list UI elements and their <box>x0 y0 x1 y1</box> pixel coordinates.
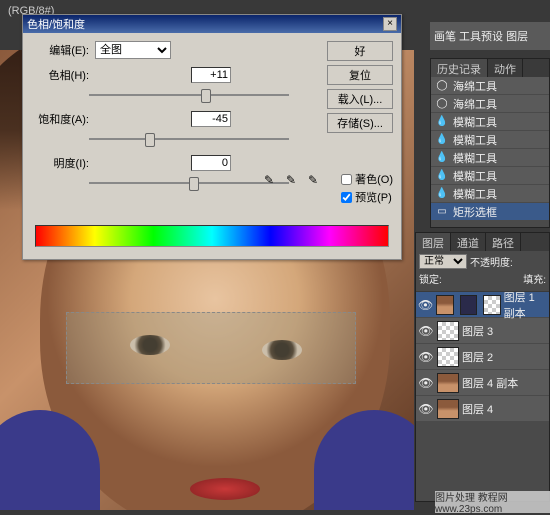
eyedropper-add-icon[interactable]: ✎ <box>283 173 299 189</box>
tab-actions[interactable]: 动作 <box>488 59 523 77</box>
preview-label: 预览(P) <box>355 189 392 205</box>
tab-history[interactable]: 历史记录 <box>431 59 488 77</box>
load-button[interactable]: 载入(L)... <box>327 89 393 109</box>
lightness-slider[interactable] <box>89 177 289 189</box>
layer-thumbnail <box>437 321 459 341</box>
history-item[interactable]: ◯ 海绵工具 <box>431 77 549 95</box>
history-item[interactable]: 💧 模糊工具 <box>431 185 549 203</box>
layer-item[interactable]: 👁 图层 1 副本 <box>416 292 549 318</box>
history-tool-icon: 💧 <box>435 151 449 165</box>
layer-thumbnail <box>437 399 459 419</box>
history-item-label: 模糊工具 <box>453 132 497 148</box>
visibility-icon[interactable]: 👁 <box>418 298 433 312</box>
layer-thumbnail <box>437 347 459 367</box>
ok-button[interactable]: 好 <box>327 41 393 61</box>
layers-panel: 图层 通道 路径 正常 不透明度: 锁定: 填充: 👁图层 1 副本👁图层 3👁… <box>415 232 550 502</box>
close-icon[interactable]: × <box>383 17 397 31</box>
history-item-label: 模糊工具 <box>453 168 497 184</box>
hue-saturation-dialog: 色相/饱和度 × 编辑(E): 全图 色相(H): 饱和度(A): 明度(I):… <box>22 14 402 260</box>
edit-label: 编辑(E): <box>31 42 89 58</box>
hue-label: 色相(H): <box>31 67 89 83</box>
history-item-label: 海绵工具 <box>453 96 497 112</box>
layer-name: 图层 1 副本 <box>504 289 547 321</box>
eyedropper-subtract-icon[interactable]: ✎ <box>305 173 321 189</box>
hue-input[interactable] <box>191 67 231 83</box>
visibility-icon[interactable]: 👁 <box>418 376 434 390</box>
history-item[interactable]: 💧 模糊工具 <box>431 167 549 185</box>
layer-name: 图层 2 <box>462 349 493 365</box>
history-tool-icon: ▭ <box>435 205 449 219</box>
saturation-input[interactable] <box>191 111 231 127</box>
eyedropper-icon[interactable]: ✎ <box>261 173 277 189</box>
layer-name: 图层 3 <box>462 323 493 339</box>
lightness-input[interactable] <box>191 155 231 171</box>
layer-item[interactable]: 👁 图层 4 <box>416 396 549 422</box>
layer-thumbnail <box>436 295 453 315</box>
history-tool-icon: 💧 <box>435 187 449 201</box>
marquee-selection[interactable] <box>66 312 356 384</box>
history-item-label: 模糊工具 <box>453 114 497 130</box>
layer-name: 图层 4 <box>462 401 493 417</box>
history-item-label: 矩形选框 <box>453 204 497 220</box>
colorize-checkbox[interactable] <box>341 174 352 185</box>
history-item[interactable]: 💧 模糊工具 <box>431 131 549 149</box>
photo-lips <box>190 478 260 500</box>
watermark: 图片处理 教程网 www.23ps.com <box>435 491 550 513</box>
history-tool-icon: 💧 <box>435 169 449 183</box>
options-bar: 画笔 工具预设 图层 <box>430 22 550 50</box>
history-item[interactable]: 💧 模糊工具 <box>431 149 549 167</box>
blend-mode-select[interactable]: 正常 <box>419 254 467 269</box>
fill-label: 填充: <box>523 271 546 286</box>
visibility-icon[interactable]: 👁 <box>418 350 434 364</box>
preview-checkbox[interactable] <box>341 192 352 203</box>
tab-channels[interactable]: 通道 <box>451 233 486 251</box>
edit-select[interactable]: 全图 <box>95 41 171 59</box>
layer-thumbnail <box>437 373 459 393</box>
history-item-label: 海绵工具 <box>453 78 497 94</box>
colorize-label: 著色(O) <box>355 171 393 187</box>
history-panel: 历史记录 动作 ◯ 海绵工具 ◯ 海绵工具 💧 模糊工具 💧 模糊工具 💧 模糊工具 💧 模糊工具 💧 模… <box>430 58 550 228</box>
lightness-label: 明度(I): <box>31 155 89 171</box>
save-button[interactable]: 存储(S)... <box>327 113 393 133</box>
eyedropper-group: ✎ ✎ ✎ <box>261 173 321 189</box>
history-item[interactable]: 💧 模糊工具 <box>431 113 549 131</box>
visibility-icon[interactable]: 👁 <box>418 402 434 416</box>
tab-layers[interactable]: 图层 <box>416 233 451 251</box>
visibility-icon[interactable]: 👁 <box>418 324 434 338</box>
tool-presets-label[interactable]: 画笔 工具预设 图层 <box>434 28 528 44</box>
tab-paths[interactable]: 路径 <box>486 233 521 251</box>
history-item[interactable]: ◯ 海绵工具 <box>431 95 549 113</box>
layer-mask-thumbnail <box>460 295 477 315</box>
opacity-label: 不透明度: <box>470 254 513 269</box>
history-tool-icon: 💧 <box>435 133 449 147</box>
history-tool-icon: 💧 <box>435 115 449 129</box>
history-tool-icon: ◯ <box>435 97 449 111</box>
layer-item[interactable]: 👁 图层 4 副本 <box>416 370 549 396</box>
lock-label: 锁定: <box>419 271 442 286</box>
saturation-slider[interactable] <box>89 133 289 145</box>
history-item-label: 模糊工具 <box>453 150 497 166</box>
color-spectrum <box>35 225 389 247</box>
layer-name: 图层 4 副本 <box>462 375 518 391</box>
hue-slider[interactable] <box>89 89 289 101</box>
history-item[interactable]: ▭ 矩形选框 <box>431 203 549 221</box>
dialog-title: 色相/饱和度 <box>27 16 85 32</box>
layer-item[interactable]: 👁 图层 2 <box>416 344 549 370</box>
history-item-label: 模糊工具 <box>453 186 497 202</box>
saturation-label: 饱和度(A): <box>31 111 89 127</box>
dialog-titlebar[interactable]: 色相/饱和度 × <box>23 15 401 33</box>
history-tool-icon: ◯ <box>435 79 449 93</box>
layer-item[interactable]: 👁 图层 3 <box>416 318 549 344</box>
cancel-button[interactable]: 复位 <box>327 65 393 85</box>
layer-mask-thumbnail <box>483 295 500 315</box>
